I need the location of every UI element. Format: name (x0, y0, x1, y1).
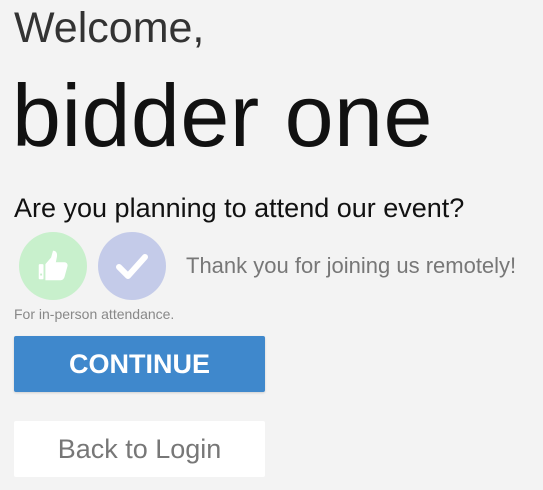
welcome-page: Welcome, bidder one Are you planning to … (0, 0, 543, 490)
attendance-question: Are you planning to attend our event? (14, 193, 465, 223)
back-to-login-button[interactable]: Back to Login (14, 421, 265, 477)
remote-attend-button[interactable] (98, 232, 166, 300)
remote-attendance-message: Thank you for joining us remotely! (186, 253, 517, 278)
continue-button[interactable]: CONTINUE (14, 336, 265, 392)
welcome-heading: Welcome, (14, 4, 205, 52)
in-person-hint: For in-person attendance. (14, 306, 175, 322)
thumbs-up-icon (38, 250, 68, 281)
user-name: bidder one (12, 66, 433, 165)
in-person-attend-button[interactable] (19, 232, 87, 300)
checkmark-icon (116, 254, 148, 279)
